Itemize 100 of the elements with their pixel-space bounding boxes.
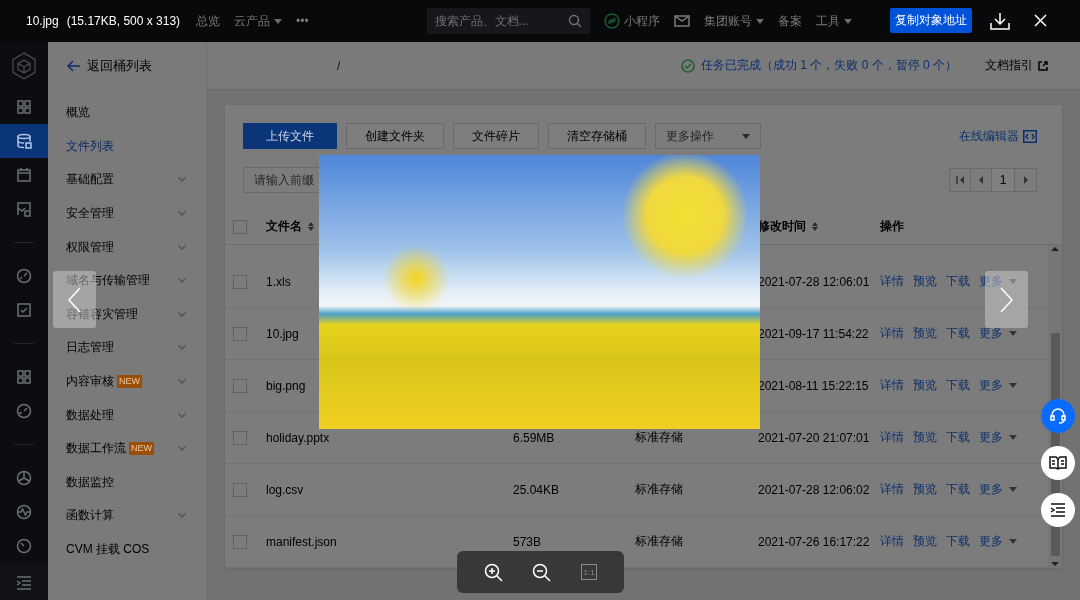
sidebar-item[interactable]: 数据监控: [48, 465, 206, 500]
chevron-right-icon: [1000, 286, 1013, 313]
new-badge: NEW: [129, 442, 154, 456]
column-header: 修改时间: [758, 218, 806, 235]
action-link[interactable]: 下载: [946, 273, 970, 290]
database-icon: [16, 133, 32, 149]
checkbox[interactable]: [233, 326, 247, 341]
modified-time: 2021-08-11 15:22:15: [758, 378, 870, 393]
file-info: (15.17KB, 500 x 313): [66, 14, 181, 28]
sidebar-item[interactable]: 安全管理: [48, 196, 206, 231]
file-name: log.csv: [266, 482, 305, 497]
action-link[interactable]: 预览: [913, 273, 937, 290]
sidebar-item[interactable]: 概览: [48, 96, 206, 130]
checkbox[interactable]: [233, 430, 247, 445]
caret-icon: [1009, 331, 1017, 336]
sidebar-item[interactable]: 函数计算: [48, 499, 206, 533]
mail-icon[interactable]: [673, 15, 690, 27]
check-circle-icon: [680, 58, 695, 73]
more-actions-select[interactable]: 更多操作: [655, 123, 761, 149]
action-link[interactable]: 预览: [913, 325, 937, 342]
file-name: 1.xls: [266, 274, 292, 289]
nav-link[interactable]: 备案: [777, 12, 802, 30]
action-link[interactable]: 更多: [979, 325, 1017, 342]
action-link[interactable]: 下载: [946, 325, 970, 342]
pulse-icon: [16, 504, 32, 520]
column-header: 操作: [880, 218, 904, 235]
online-editor-link[interactable]: 在线编辑器: [959, 127, 1037, 145]
sidebar-item[interactable]: CVM 挂载 COS: [48, 532, 206, 567]
zoom-in-icon[interactable]: [483, 562, 503, 582]
action-link[interactable]: 详情: [880, 429, 904, 446]
outline-button[interactable]: [1041, 493, 1075, 527]
aperture-icon: [16, 470, 32, 486]
caret-icon: [274, 18, 282, 24]
action-link[interactable]: 更多: [979, 273, 1017, 290]
sidebar-item[interactable]: 内容审核 NEW: [48, 364, 206, 399]
action-link[interactable]: 详情: [880, 325, 904, 342]
action-link[interactable]: 下载: [946, 429, 970, 446]
action-link[interactable]: 下载: [946, 533, 970, 550]
action-link[interactable]: 详情: [880, 377, 904, 394]
toolbar-button[interactable]: 清空存储桶: [548, 123, 646, 149]
column-header: 文件名: [266, 218, 302, 235]
nav-link[interactable]: •••: [296, 14, 309, 28]
action-link[interactable]: 更多: [979, 533, 1017, 550]
action-link[interactable]: 更多: [979, 481, 1017, 498]
docs-link[interactable]: 文档指引: [985, 57, 1048, 74]
file-size: 25.04KB: [513, 482, 561, 497]
grid-icon: [16, 369, 32, 385]
action-link[interactable]: 更多: [979, 377, 1017, 394]
caret-icon: [1009, 539, 1017, 544]
toolbar-button[interactable]: 文件碎片: [453, 123, 539, 149]
code-icon: [1023, 129, 1037, 143]
search-icon: [567, 14, 582, 28]
zoom-out-icon[interactable]: [532, 562, 552, 582]
back-link[interactable]: 返回桶列表: [48, 42, 206, 90]
sidebar-item[interactable]: 数据处理: [48, 398, 206, 432]
checkbox[interactable]: [233, 534, 247, 549]
action-link[interactable]: 预览: [913, 533, 937, 550]
sidebar-item[interactable]: 权限管理: [48, 230, 206, 264]
upload-button[interactable]: 上传文件: [243, 123, 337, 149]
action-link[interactable]: 更多: [979, 429, 1017, 446]
modified-time: 2021-09-17 11:54:22: [758, 326, 870, 341]
action-link[interactable]: 详情: [880, 273, 904, 290]
action-link[interactable]: 详情: [880, 533, 904, 550]
caret-icon: [1009, 383, 1017, 388]
sidebar-item[interactable]: 基础配置: [48, 163, 206, 197]
actual-size-button[interactable]: 1:1: [581, 564, 598, 580]
nav-menu[interactable]: 集团账号: [703, 12, 764, 30]
docs-button[interactable]: [1041, 446, 1075, 480]
sidebar-item[interactable]: 数据工作流 NEW: [48, 431, 206, 466]
headset-icon: [1049, 407, 1067, 425]
toolbar-button[interactable]: 创建文件夹: [346, 123, 444, 149]
download-icon[interactable]: [990, 12, 1010, 30]
action-link[interactable]: 预览: [913, 481, 937, 498]
checkbox[interactable]: [233, 378, 247, 393]
action-link[interactable]: 下载: [946, 377, 970, 394]
nav-link[interactable]: 总览: [196, 12, 220, 30]
copy-address-button[interactable]: 复制对象地址: [890, 8, 972, 33]
caret-icon: [755, 18, 764, 24]
nav-menu[interactable]: 云产品: [234, 12, 282, 30]
checkbox[interactable]: [233, 482, 247, 497]
close-icon[interactable]: [1034, 14, 1047, 27]
sidebar-item[interactable]: 日志管理: [48, 331, 206, 365]
nav-menu[interactable]: 工具: [815, 12, 852, 30]
action-link[interactable]: 预览: [913, 429, 937, 446]
scroll-down-icon: [1051, 560, 1059, 568]
checkbox[interactable]: [233, 219, 247, 234]
storage-class: 标准存储: [635, 533, 684, 550]
support-button[interactable]: [1041, 399, 1075, 433]
search-field[interactable]: 搜索产品、文档...: [426, 8, 590, 34]
dial-icon: [16, 538, 32, 554]
file-name: big.png: [266, 378, 307, 393]
document-icon: [16, 201, 32, 217]
nav-link[interactable]: 小程序: [603, 12, 660, 30]
action-link[interactable]: 预览: [913, 377, 937, 394]
sidebar-item[interactable]: 文件列表: [48, 129, 206, 164]
checkbox[interactable]: [233, 274, 247, 289]
action-link[interactable]: 详情: [880, 481, 904, 498]
rail-item[interactable]: [0, 124, 48, 158]
collapse-menu-icon[interactable]: [16, 576, 32, 590]
action-link[interactable]: 下载: [946, 481, 970, 498]
